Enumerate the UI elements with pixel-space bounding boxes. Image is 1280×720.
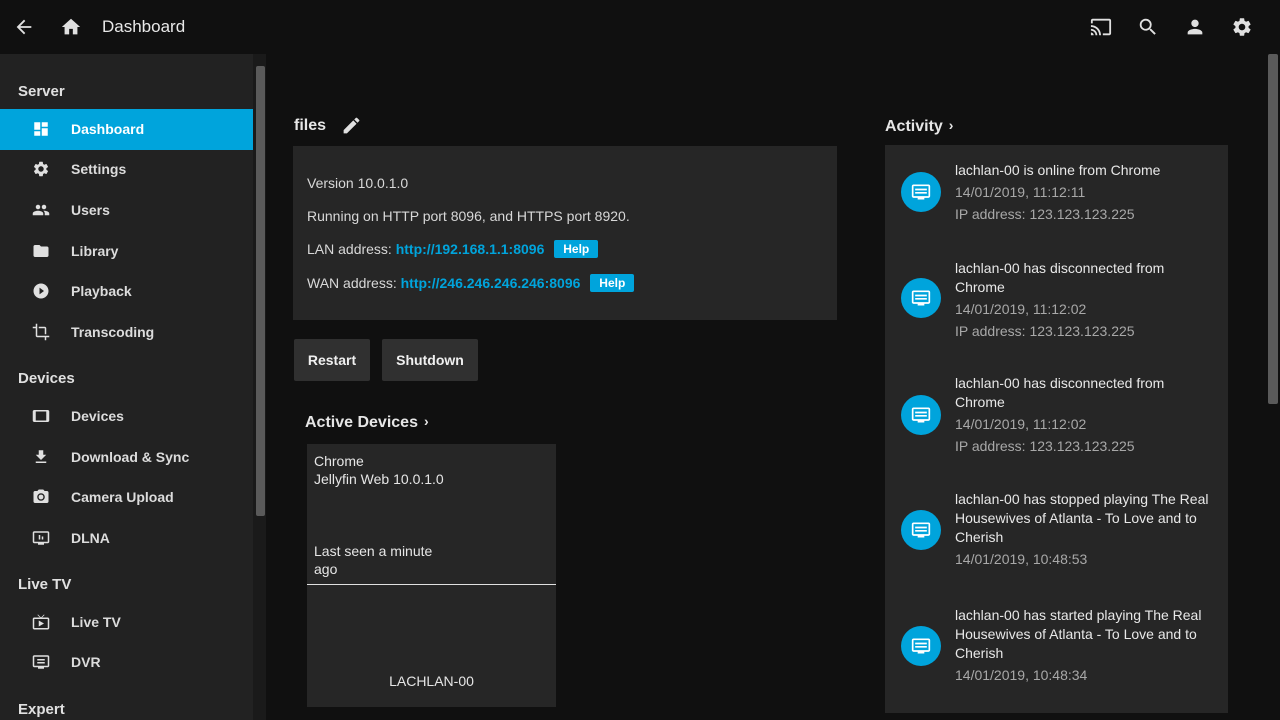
activity-title-text: lachlan-00 has disconnected from Chrome [955,375,1165,410]
shutdown-button[interactable]: Shutdown [382,339,478,381]
dvr-icon [32,653,50,671]
activity-date: 14/01/2019, 11:12:02 [955,301,1087,317]
activity-title-text: lachlan-00 has started playing The Real … [955,607,1202,661]
activity-ip: IP address: 123.123.123.225 [955,206,1135,222]
dlna-icon [32,529,50,547]
lan-address-label: LAN address: [307,241,396,257]
activity-title: Activity [885,118,943,135]
top-bar: Dashboard [0,0,1280,54]
sidebar-item-settings[interactable]: Settings [0,149,253,190]
wan-address-label: WAN address: [307,275,401,291]
user-icon[interactable] [1183,15,1207,39]
restart-button[interactable]: Restart [294,339,370,381]
crop-icon [32,323,50,341]
main-scrollbar-thumb[interactable] [1268,54,1278,404]
sidebar-item-live-tv[interactable]: Live TV [0,602,253,643]
sidebar-item-label: Transcoding [71,324,155,340]
activity-ip: IP address: 123.123.123.225 [955,323,1135,339]
edit-icon[interactable] [339,113,363,137]
folder-icon [32,242,50,260]
cast-icon[interactable] [1089,15,1113,39]
display-icon [901,172,941,212]
wan-address-row: WAN address: http://246.246.246.246:8096… [307,274,635,292]
device-info: Chrome Jellyfin Web 10.0.1.0 [314,452,444,488]
server-ports: Running on HTTP port 8096, and HTTPS por… [307,208,630,224]
sidebar-header-server: Server [18,83,65,100]
activity-date: 14/01/2019, 10:48:34 [955,667,1088,683]
display-icon [901,395,941,435]
download-icon [32,448,50,466]
gear-icon [32,160,50,178]
sidebar-scrollbar-thumb[interactable] [256,66,265,516]
display-icon [901,626,941,666]
chevron-right-icon: › [423,413,429,429]
display-icon [901,510,941,550]
activity-title-text: lachlan-00 has stopped playing The Real … [955,491,1209,545]
sidebar-header-devices: Devices [18,370,75,387]
sidebar-item-label: Download & Sync [71,449,190,465]
chevron-right-icon: › [948,117,954,133]
active-devices-title: Active Devices [305,414,418,431]
sidebar-item-label: DVR [71,654,101,670]
users-icon [32,201,50,219]
wan-help-button[interactable]: Help [590,274,635,292]
sidebar-item-label: DLNA [71,530,110,546]
server-name: files [294,117,327,134]
live-tv-icon [32,613,50,631]
wan-address-link[interactable]: http://246.246.246.246:8096 [401,275,581,291]
activity-list: lachlan-00 is online from Chrome 14/01/2… [885,145,1228,713]
settings-icon[interactable] [1230,15,1254,39]
sidebar-item-label: Playback [71,283,132,299]
sidebar-header-live-tv: Live TV [18,576,72,593]
sidebar: Server Dashboard Settings Users Library … [0,54,266,720]
server-version: Version 10.0.1.0 [307,175,409,191]
device-divider [307,584,556,585]
sidebar-item-download-sync[interactable]: Download & Sync [0,437,253,478]
activity-date: 14/01/2019, 10:48:53 [955,551,1088,567]
device-name: LACHLAN-00 [389,673,474,689]
server-info-card: Version 10.0.1.0 Running on HTTP port 80… [293,146,837,320]
play-circle-icon [32,282,50,300]
active-devices-link[interactable]: Active Devices › [305,413,429,432]
device-last-seen: Last seen a minute ago [314,543,433,577]
device-client: Chrome [314,453,364,469]
device-app: Jellyfin Web 10.0.1.0 [314,471,444,487]
activity-ip: IP address: 123.123.123.225 [955,438,1135,454]
sidebar-header-expert: Expert [18,701,65,718]
activity-link[interactable]: Activity › [885,117,953,136]
activity-title-text: lachlan-00 has disconnected from Chrome [955,260,1165,295]
sidebar-item-dlna[interactable]: DLNA [0,518,253,559]
sidebar-item-camera-upload[interactable]: Camera Upload [0,477,253,518]
tablet-icon [32,407,50,425]
sidebar-item-label: Camera Upload [71,489,174,505]
sidebar-item-dashboard[interactable]: Dashboard [0,109,253,150]
search-icon[interactable] [1136,15,1160,39]
activity-date: 14/01/2019, 11:12:02 [955,416,1087,432]
sidebar-item-label: Dashboard [71,121,145,137]
activity-title-text: lachlan-00 is online from Chrome [955,162,1161,178]
arrow-back-icon[interactable] [12,15,36,39]
dashboard-icon [32,120,50,138]
sidebar-item-label: Library [71,243,119,259]
sidebar-item-dvr[interactable]: DVR [0,642,253,683]
sidebar-item-users[interactable]: Users [0,190,253,231]
sidebar-item-transcoding[interactable]: Transcoding [0,312,253,353]
sidebar-item-library[interactable]: Library [0,231,253,272]
sidebar-item-label: Devices [71,408,124,424]
device-card[interactable]: Chrome Jellyfin Web 10.0.1.0 Last seen a… [307,444,556,707]
camera-icon [32,488,50,506]
home-icon[interactable] [59,15,83,39]
sidebar-item-playback[interactable]: Playback [0,271,253,312]
lan-address-row: LAN address: http://192.168.1.1:8096 Hel… [307,240,599,258]
page-title: Dashboard [102,17,186,36]
sidebar-item-devices[interactable]: Devices [0,396,253,437]
lan-help-button[interactable]: Help [554,240,599,258]
activity-date: 14/01/2019, 11:12:11 [955,184,1086,200]
lan-address-link[interactable]: http://192.168.1.1:8096 [396,241,545,257]
sidebar-item-label: Settings [71,161,127,177]
display-icon [901,278,941,318]
sidebar-item-label: Live TV [71,614,121,630]
sidebar-item-label: Users [71,202,110,218]
